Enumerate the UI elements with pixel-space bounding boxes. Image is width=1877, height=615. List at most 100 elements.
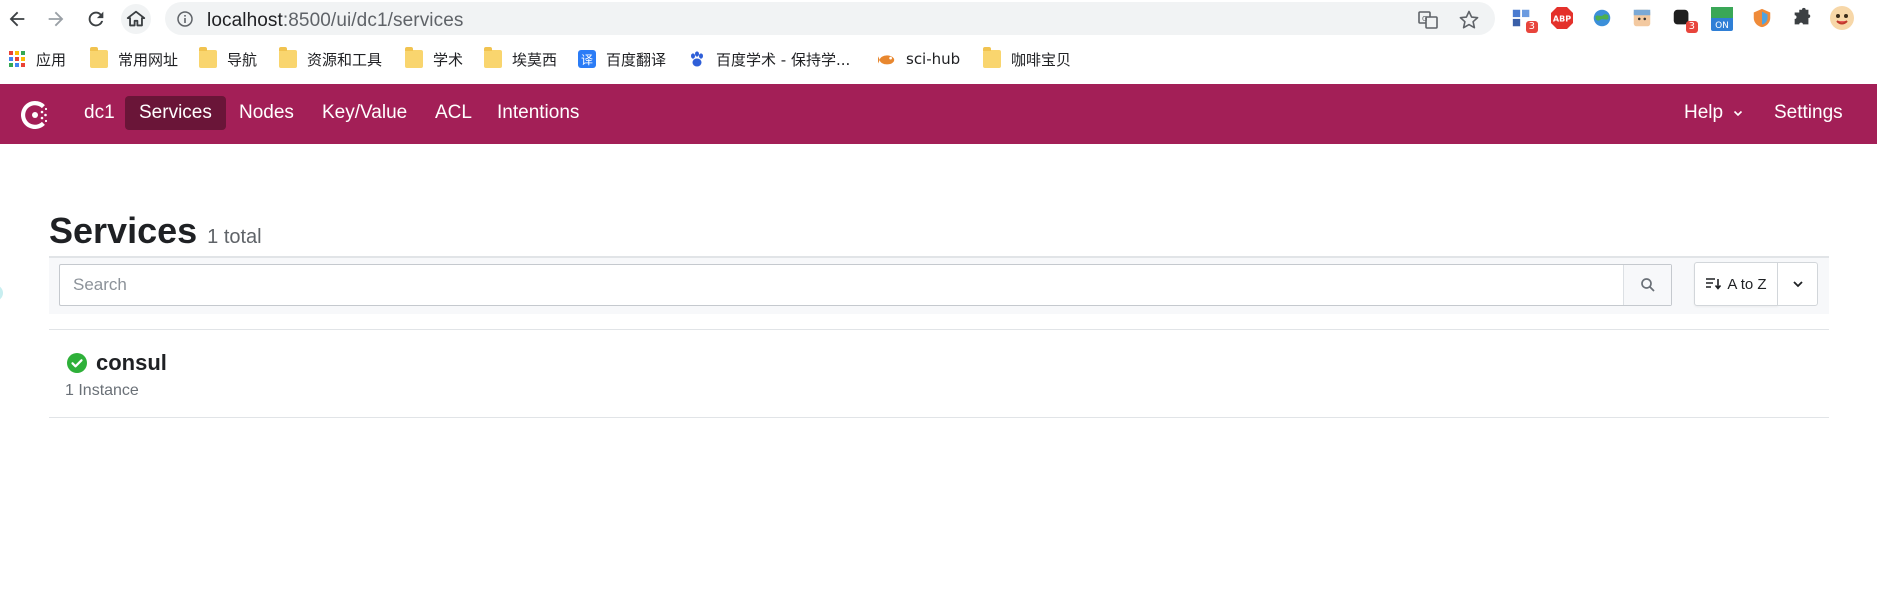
nav-intentions[interactable]: Intentions <box>483 96 593 130</box>
sort-button[interactable]: A to Z <box>1694 262 1778 306</box>
help-label: Help <box>1684 102 1724 123</box>
svg-text:译: 译 <box>581 53 593 67</box>
nav-label: ACL <box>435 102 472 123</box>
bookmark-folder-资源和工具[interactable]: 资源和工具 <box>279 46 382 72</box>
bookmark-label: 学术 <box>433 50 464 69</box>
bookmark-label: 应用 <box>36 50 67 69</box>
service-name[interactable]: consul <box>96 350 167 376</box>
search-icon <box>1640 278 1655 292</box>
svg-text:G: G <box>1422 15 1427 23</box>
bookmark-label: 百度翻译 <box>606 50 667 69</box>
back-button[interactable] <box>2 4 32 34</box>
bookmark-star-icon[interactable] <box>1458 9 1480 31</box>
home-button[interactable] <box>121 4 151 34</box>
search-box <box>59 264 1672 306</box>
address-bar[interactable]: localhost:8500/ui/dc1/services G <box>165 2 1495 35</box>
onoff-extension-icon[interactable]: ON <box>1709 5 1735 31</box>
sort-dropdown-toggle[interactable] <box>1777 262 1818 306</box>
bookmark-folder-学术[interactable]: 学术 <box>405 46 463 72</box>
adblock-icon[interactable]: ABP <box>1549 5 1575 31</box>
check-circle-icon <box>67 353 87 373</box>
consul-logo-icon[interactable] <box>18 98 52 132</box>
site-info-icon[interactable] <box>177 11 193 27</box>
folder-icon <box>199 47 217 68</box>
nav-label: Intentions <box>497 102 580 123</box>
reload-button[interactable] <box>81 4 111 34</box>
bookmark-folder-咖啡宝贝[interactable]: 咖啡宝贝 <box>983 46 1071 72</box>
url-text[interactable]: localhost:8500/ui/dc1/services <box>207 10 463 32</box>
service-title: consul <box>67 350 167 376</box>
filter-bar: A to Z <box>49 258 1829 314</box>
nav-services[interactable]: Services <box>125 96 226 130</box>
consul-app-nav: dc1 Services Nodes Key/Value ACL Intenti… <box>0 84 1877 144</box>
folder-icon <box>90 47 108 68</box>
datacenter-selector[interactable]: dc1 <box>70 96 129 130</box>
nav-key-value[interactable]: Key/Value <box>308 96 421 130</box>
services-count: 1 total <box>207 226 262 248</box>
bookmark-folder-常用网址[interactable]: 常用网址 <box>90 46 178 72</box>
sort-label: A to Z <box>1727 275 1767 293</box>
apps-grid-icon <box>9 51 25 67</box>
datacenter-label: dc1 <box>84 102 115 123</box>
bookmark-baidu-xueshu[interactable]: 百度学术 - 保持学... <box>688 46 850 72</box>
bookmark-baidu-translate[interactable]: 译 百度翻译 <box>578 46 666 72</box>
bookmark-label: sci-hub <box>906 50 961 68</box>
nav-nodes[interactable]: Nodes <box>225 96 308 130</box>
settings-link[interactable]: Settings <box>1760 96 1857 130</box>
arrow-left-icon <box>9 11 25 27</box>
bookmark-folder-埃莫西[interactable]: 埃莫西 <box>484 46 557 72</box>
edge-decoration <box>0 285 3 301</box>
bookmark-label: 埃莫西 <box>512 50 558 69</box>
notification-extension-icon[interactable]: 3 <box>1669 5 1698 33</box>
nav-label: Key/Value <box>322 102 408 123</box>
bookmark-label: 常用网址 <box>118 50 179 69</box>
service-list-item[interactable]: consul 1 Instance <box>49 330 1829 417</box>
profile-avatar-icon[interactable] <box>1829 5 1855 31</box>
help-menu[interactable]: Help <box>1670 96 1757 130</box>
svg-text:ON: ON <box>1715 21 1729 31</box>
chevron-down-icon <box>1792 281 1803 288</box>
bookmark-label: 咖啡宝贝 <box>1011 50 1072 69</box>
reload-icon <box>88 11 104 27</box>
extension-badge: 3 <box>1525 21 1538 33</box>
page-title: Services <box>49 210 198 251</box>
baidu-paw-icon <box>691 51 703 67</box>
settings-label: Settings <box>1774 102 1843 123</box>
nav-label: Services <box>139 102 212 123</box>
scihub-icon <box>878 55 895 65</box>
puzzle-extensions-icon[interactable] <box>1789 5 1815 31</box>
arrow-right-icon <box>48 11 64 27</box>
home-icon <box>126 10 146 27</box>
translate-page-icon[interactable]: G <box>1417 9 1439 31</box>
search-input[interactable] <box>60 265 1620 305</box>
svg-text:ABP: ABP <box>1553 15 1571 24</box>
folder-icon <box>983 47 1001 68</box>
globe-extension-icon[interactable] <box>1589 5 1615 31</box>
browser-toolbar: localhost:8500/ui/dc1/services G 3 ABP 3… <box>0 0 1877 36</box>
extension-badge: 3 <box>1685 21 1698 33</box>
divider <box>49 417 1829 418</box>
forward-button[interactable] <box>41 4 71 34</box>
bookmark-sci-hub[interactable]: sci-hub <box>878 46 960 72</box>
bookmark-folder-导航[interactable]: 导航 <box>199 46 257 72</box>
translate-icon: 译 <box>578 50 596 68</box>
url-host: localhost <box>207 10 283 31</box>
folder-icon <box>405 47 423 68</box>
page-header: Services 1 total <box>49 210 262 252</box>
shield-extension-icon[interactable] <box>1749 5 1775 31</box>
avatar-extension-icon[interactable] <box>1629 5 1655 31</box>
bookmark-label: 导航 <box>227 50 258 69</box>
bookmarks-bar: 应用 常用网址 导航 资源和工具 学术 埃莫西 译 百度翻译 百度学术 - 保持… <box>0 44 1877 76</box>
sort-icon <box>1706 278 1722 290</box>
extension-1-icon[interactable]: 3 <box>1509 5 1538 33</box>
folder-icon <box>484 47 502 68</box>
bookmark-apps[interactable]: 应用 <box>8 46 66 72</box>
bookmark-label: 资源和工具 <box>307 50 383 69</box>
folder-icon <box>279 47 297 68</box>
bookmark-label: 百度学术 - 保持学... <box>716 50 851 69</box>
search-button[interactable] <box>1623 265 1671 305</box>
url-path: :8500/ui/dc1/services <box>282 10 464 31</box>
service-instance-count: 1 Instance <box>65 382 139 399</box>
nav-acl[interactable]: ACL <box>421 96 486 130</box>
nav-label: Nodes <box>239 102 294 123</box>
